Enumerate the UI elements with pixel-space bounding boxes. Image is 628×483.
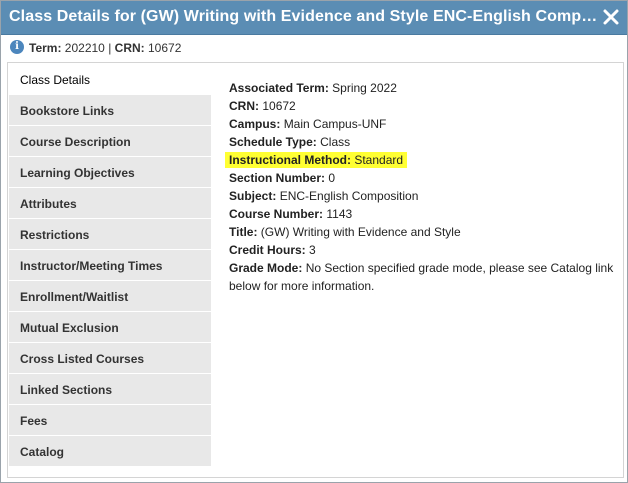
nav-item-label: Fees [20, 414, 48, 428]
detail-title: Title: (GW) Writing with Evidence and St… [229, 223, 614, 241]
class-details-content: Associated Term: Spring 2022 CRN: 10672 … [225, 79, 614, 295]
nav-item-class-details[interactable]: Class Details [9, 64, 211, 95]
detail-label: Associated Term: [229, 81, 329, 95]
detail-campus: Campus: Main Campus-UNF [229, 115, 614, 133]
term-crn-text: Term: 202210 | CRN: 10672 [29, 41, 181, 55]
detail-label: Campus: [229, 117, 281, 131]
detail-value: 0 [328, 171, 336, 185]
detail-subject: Subject: ENC-English Composition [229, 187, 614, 205]
nav-item-label: Attributes [20, 197, 77, 211]
detail-grade-mode: Grade Mode: No Section specified grade m… [229, 259, 614, 295]
nav-item-fees[interactable]: Fees [9, 405, 211, 436]
close-icon[interactable] [602, 8, 620, 26]
detail-value: 1143 [326, 207, 353, 221]
detail-label: Instructional Method: [229, 153, 351, 167]
nav-item-restrictions[interactable]: Restrictions [9, 219, 211, 250]
nav-item-learning-objectives[interactable]: Learning Objectives [9, 157, 211, 188]
detail-label: Credit Hours: [229, 243, 306, 257]
detail-value: (GW) Writing with Evidence and Style [260, 225, 461, 239]
nav-item-enrollment-waitlist[interactable]: Enrollment/Waitlist [9, 281, 211, 312]
nav-item-label: Class Details [20, 73, 91, 87]
detail-instructional-method: Instructional Method: Standard [225, 151, 614, 169]
class-details-dialog: Class Details for (GW) Writing with Evid… [0, 0, 628, 483]
detail-value: ENC-English Composition [279, 189, 419, 203]
nav-item-label: Cross Listed Courses [20, 352, 145, 366]
details-nav: Class Details Bookstore Links Course Des… [9, 64, 211, 467]
detail-label: Grade Mode: [229, 261, 303, 275]
detail-value: 3 [309, 243, 316, 257]
nav-item-linked-sections[interactable]: Linked Sections [9, 374, 211, 405]
detail-label: Schedule Type: [229, 135, 317, 149]
detail-value: 10672 [262, 99, 296, 113]
nav-item-label: Mutual Exclusion [20, 321, 119, 335]
dialog-title: Class Details for (GW) Writing with Evid… [9, 8, 599, 25]
nav-item-catalog[interactable]: Catalog [9, 436, 211, 467]
crn-value: 10672 [148, 41, 182, 55]
nav-item-label: Restrictions [20, 228, 90, 242]
details-panel: Class Details Bookstore Links Course Des… [7, 62, 624, 478]
detail-value: Class [320, 135, 351, 149]
detail-label: CRN: [229, 99, 259, 113]
term-info-bar: i Term: 202210 | CRN: 10672 [1, 36, 627, 60]
nav-item-attributes[interactable]: Attributes [9, 188, 211, 219]
info-icon: i [10, 40, 24, 54]
detail-schedule-type: Schedule Type: Class [229, 133, 614, 151]
nav-item-label: Linked Sections [20, 383, 113, 397]
detail-label: Title: [229, 225, 258, 239]
detail-value: Spring 2022 [332, 81, 397, 95]
term-label: Term: [29, 41, 62, 55]
nav-item-label: Catalog [20, 445, 65, 459]
nav-item-label: Instructor/Meeting Times [20, 259, 163, 273]
nav-item-course-description[interactable]: Course Description [9, 126, 211, 157]
detail-crn: CRN: 10672 [229, 97, 614, 115]
nav-item-label: Course Description [20, 135, 131, 149]
nav-item-cross-listed-courses[interactable]: Cross Listed Courses [9, 343, 211, 374]
crn-label: CRN: [114, 41, 145, 55]
nav-item-bookstore-links[interactable]: Bookstore Links [9, 95, 211, 126]
detail-label: Course Number: [229, 207, 324, 221]
detail-value: Main Campus-UNF [283, 117, 387, 131]
detail-label: Section Number: [229, 171, 326, 185]
nav-item-label: Learning Objectives [20, 166, 135, 180]
highlight-mark: Instructional Method: Standard [225, 152, 408, 168]
nav-item-label: Enrollment/Waitlist [20, 290, 129, 304]
detail-value: Standard [354, 153, 404, 167]
detail-associated-term: Associated Term: Spring 2022 [229, 79, 614, 97]
term-value: 202210 [64, 41, 105, 55]
nav-item-label: Bookstore Links [20, 104, 115, 118]
detail-course-number: Course Number: 1143 [229, 205, 614, 223]
term-separator: | [108, 41, 112, 55]
nav-item-mutual-exclusion[interactable]: Mutual Exclusion [9, 312, 211, 343]
dialog-titlebar[interactable]: Class Details for (GW) Writing with Evid… [1, 1, 627, 35]
detail-section-number: Section Number: 0 [229, 169, 614, 187]
nav-item-instructor-meeting-times[interactable]: Instructor/Meeting Times [9, 250, 211, 281]
detail-credit-hours: Credit Hours: 3 [229, 241, 614, 259]
detail-label: Subject: [229, 189, 277, 203]
